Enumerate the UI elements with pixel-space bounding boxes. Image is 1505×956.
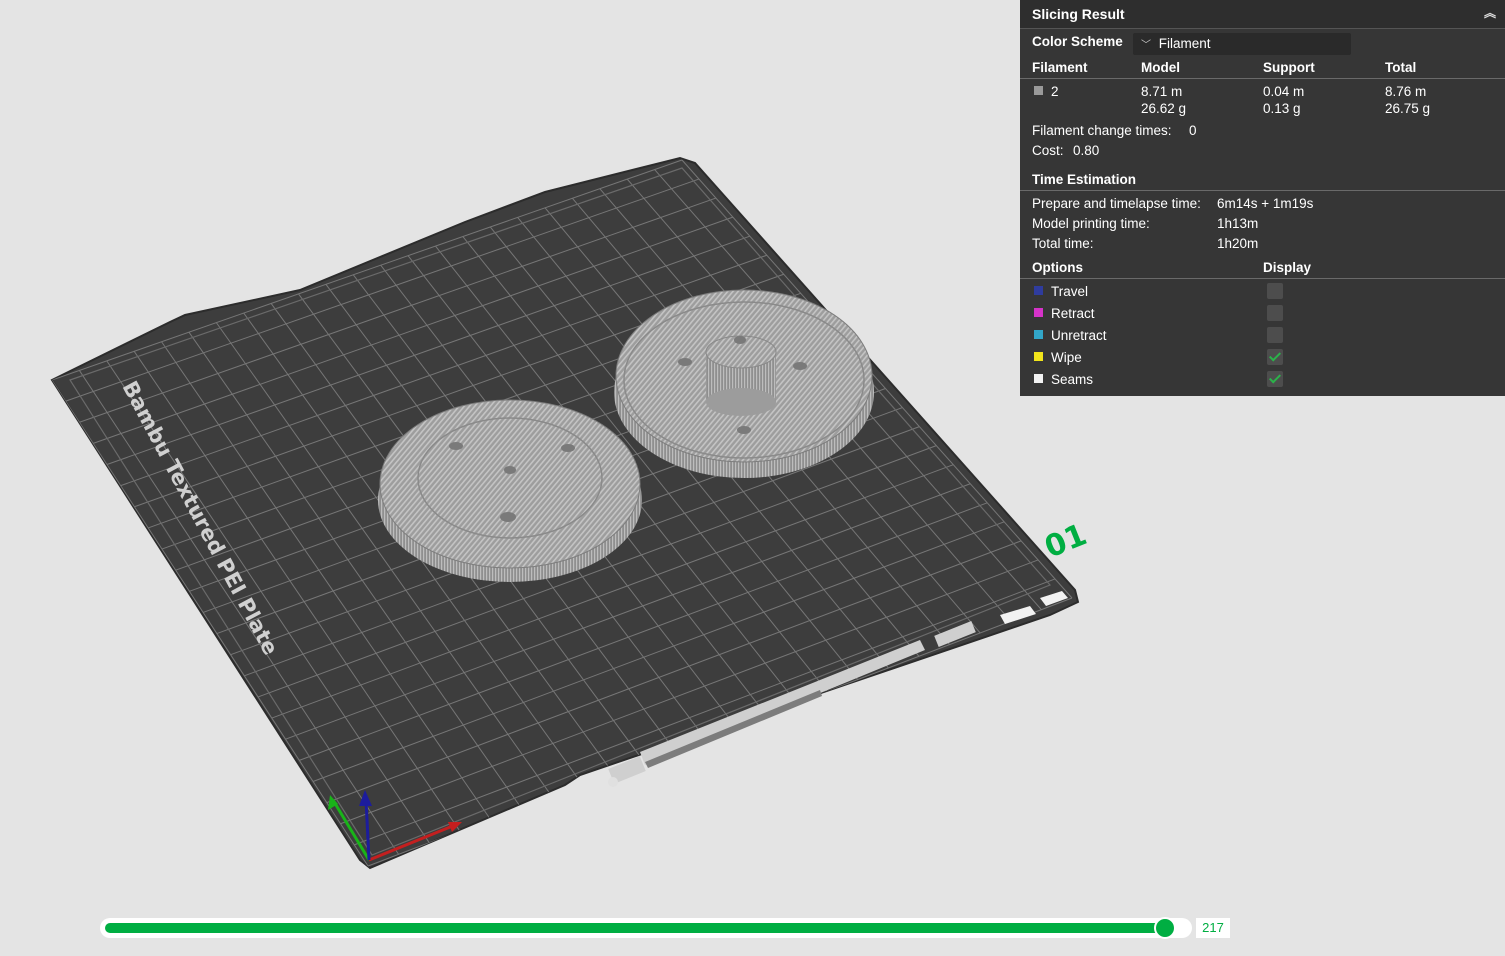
- option-color-swatch: [1034, 352, 1043, 361]
- col-header-model: Model: [1141, 60, 1180, 75]
- option-checkbox-seams[interactable]: [1267, 371, 1283, 387]
- col-header-filament: Filament: [1032, 60, 1088, 75]
- total-weight: 26.75 g: [1385, 101, 1431, 116]
- model-length: 8.71 m: [1141, 84, 1183, 99]
- col-header-support: Support: [1263, 60, 1315, 75]
- filament-change-label: Filament change times:: [1032, 123, 1172, 138]
- option-checkbox-retract[interactable]: [1267, 305, 1283, 321]
- option-label-seams: Seams: [1051, 372, 1094, 387]
- model-weight: 26.62 g: [1141, 101, 1187, 116]
- chevron-down-icon: ﹀: [1141, 40, 1151, 51]
- part-disc-left[interactable]: [378, 399, 642, 582]
- support-weight: 0.13 g: [1263, 101, 1301, 116]
- part-disc-right[interactable]: [614, 289, 874, 478]
- support-length: 0.04 m: [1263, 84, 1305, 99]
- prepare-time-label: Prepare and timelapse time:: [1032, 196, 1201, 211]
- col-header-total: Total: [1385, 60, 1417, 75]
- filament-change-value: 0: [1189, 123, 1197, 138]
- option-color-swatch: [1034, 308, 1043, 317]
- display-header: Display: [1263, 260, 1312, 275]
- layer-slider-thumb[interactable]: [1154, 917, 1177, 939]
- time-estimation-title: Time Estimation: [1032, 172, 1137, 187]
- collapse-icon[interactable]: ︽: [1481, 4, 1499, 22]
- color-scheme-label: Color Scheme: [1032, 34, 1123, 49]
- option-checkbox-wipe[interactable]: [1267, 349, 1283, 365]
- option-color-swatch: [1034, 330, 1043, 339]
- total-length: 8.76 m: [1385, 84, 1427, 99]
- model-time-value: 1h13m: [1217, 216, 1259, 231]
- layer-slider-value: 217: [1196, 918, 1230, 938]
- filament-color-swatch: [1034, 86, 1043, 95]
- option-label-unretract: Unretract: [1051, 328, 1107, 343]
- total-time-label: Total time:: [1032, 236, 1094, 251]
- option-label-travel: Travel: [1051, 284, 1089, 299]
- option-color-swatch: [1034, 286, 1043, 295]
- slicing-result-panel: Slicing Result ︽ Color Scheme ﹀ Filament…: [1020, 0, 1505, 396]
- option-checkbox-travel[interactable]: [1267, 283, 1283, 299]
- option-label-retract: Retract: [1051, 306, 1095, 321]
- cost-value: 0.80: [1073, 143, 1100, 158]
- layer-slider-fill: [105, 923, 1166, 933]
- filament-id: 2: [1051, 84, 1059, 99]
- option-checkbox-unretract[interactable]: [1267, 327, 1283, 343]
- model-time-label: Model printing time:: [1032, 216, 1150, 231]
- option-label-wipe: Wipe: [1051, 350, 1082, 365]
- layer-slider-track[interactable]: [100, 917, 1192, 939]
- panel-title: Slicing Result: [1032, 6, 1125, 22]
- panel-header: Slicing Result ︽: [1020, 0, 1505, 29]
- color-scheme-dropdown[interactable]: ﹀ Filament: [1133, 33, 1351, 55]
- options-header: Options: [1032, 260, 1083, 275]
- prepare-time-value: 6m14s + 1m19s: [1217, 196, 1314, 211]
- color-scheme-value: Filament: [1158, 36, 1211, 51]
- total-time-value: 1h20m: [1217, 236, 1259, 251]
- option-color-swatch: [1034, 374, 1043, 383]
- cost-label: Cost:: [1032, 143, 1064, 158]
